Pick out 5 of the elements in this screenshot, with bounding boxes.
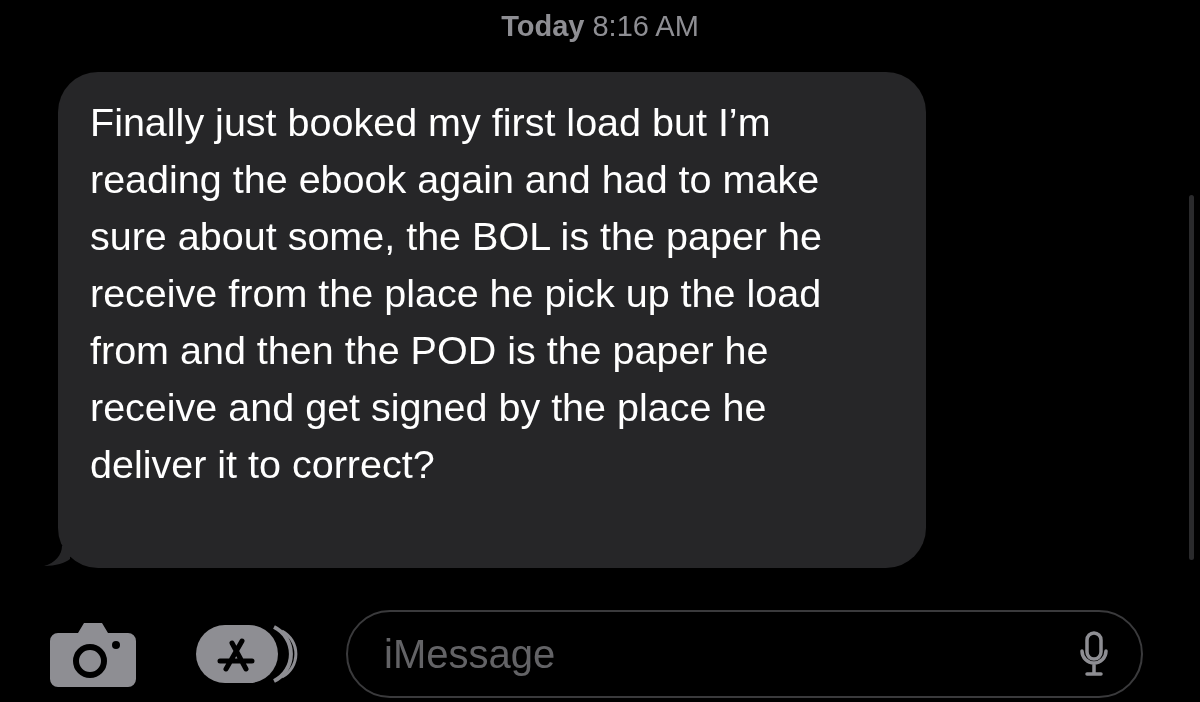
message-field[interactable]: iMessage <box>346 610 1143 698</box>
timestamp: Today 8:16 AM <box>500 9 700 44</box>
message-text: Finally just booked my first load but I’m reading the ebook again and had to make sure about some, the BOL is the paper he receive from the place he pick up the load from and then the POD is the paper he receive and get signed by the place he deliver it to correct? <box>90 99 823 488</box>
microphone-icon[interactable] <box>1079 631 1109 677</box>
camera-icon[interactable] <box>50 621 136 687</box>
